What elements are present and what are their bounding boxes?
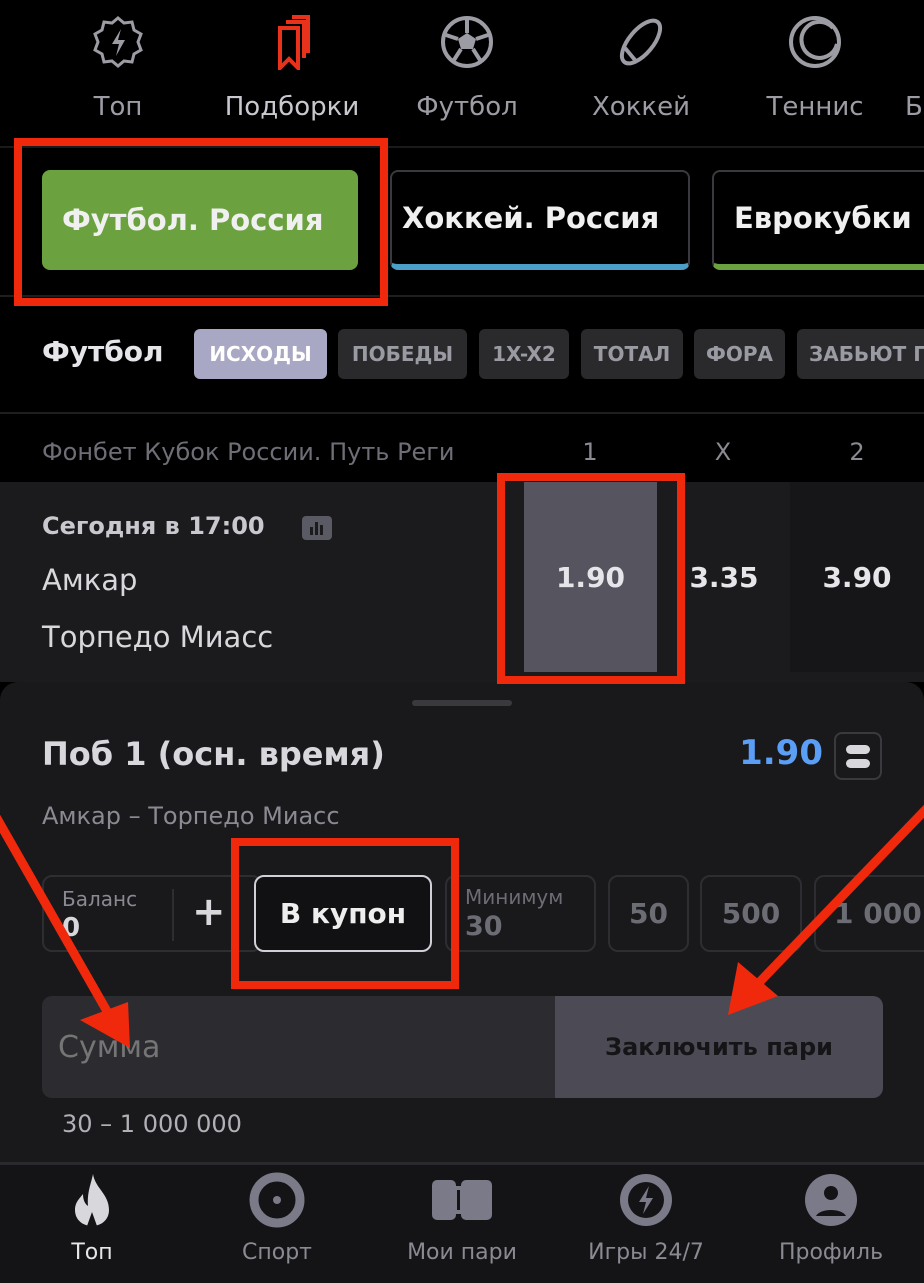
arrow-right-icon [746,804,924,996]
arrow-left-icon [0,814,116,1023]
annotation-arrows [0,804,924,1048]
